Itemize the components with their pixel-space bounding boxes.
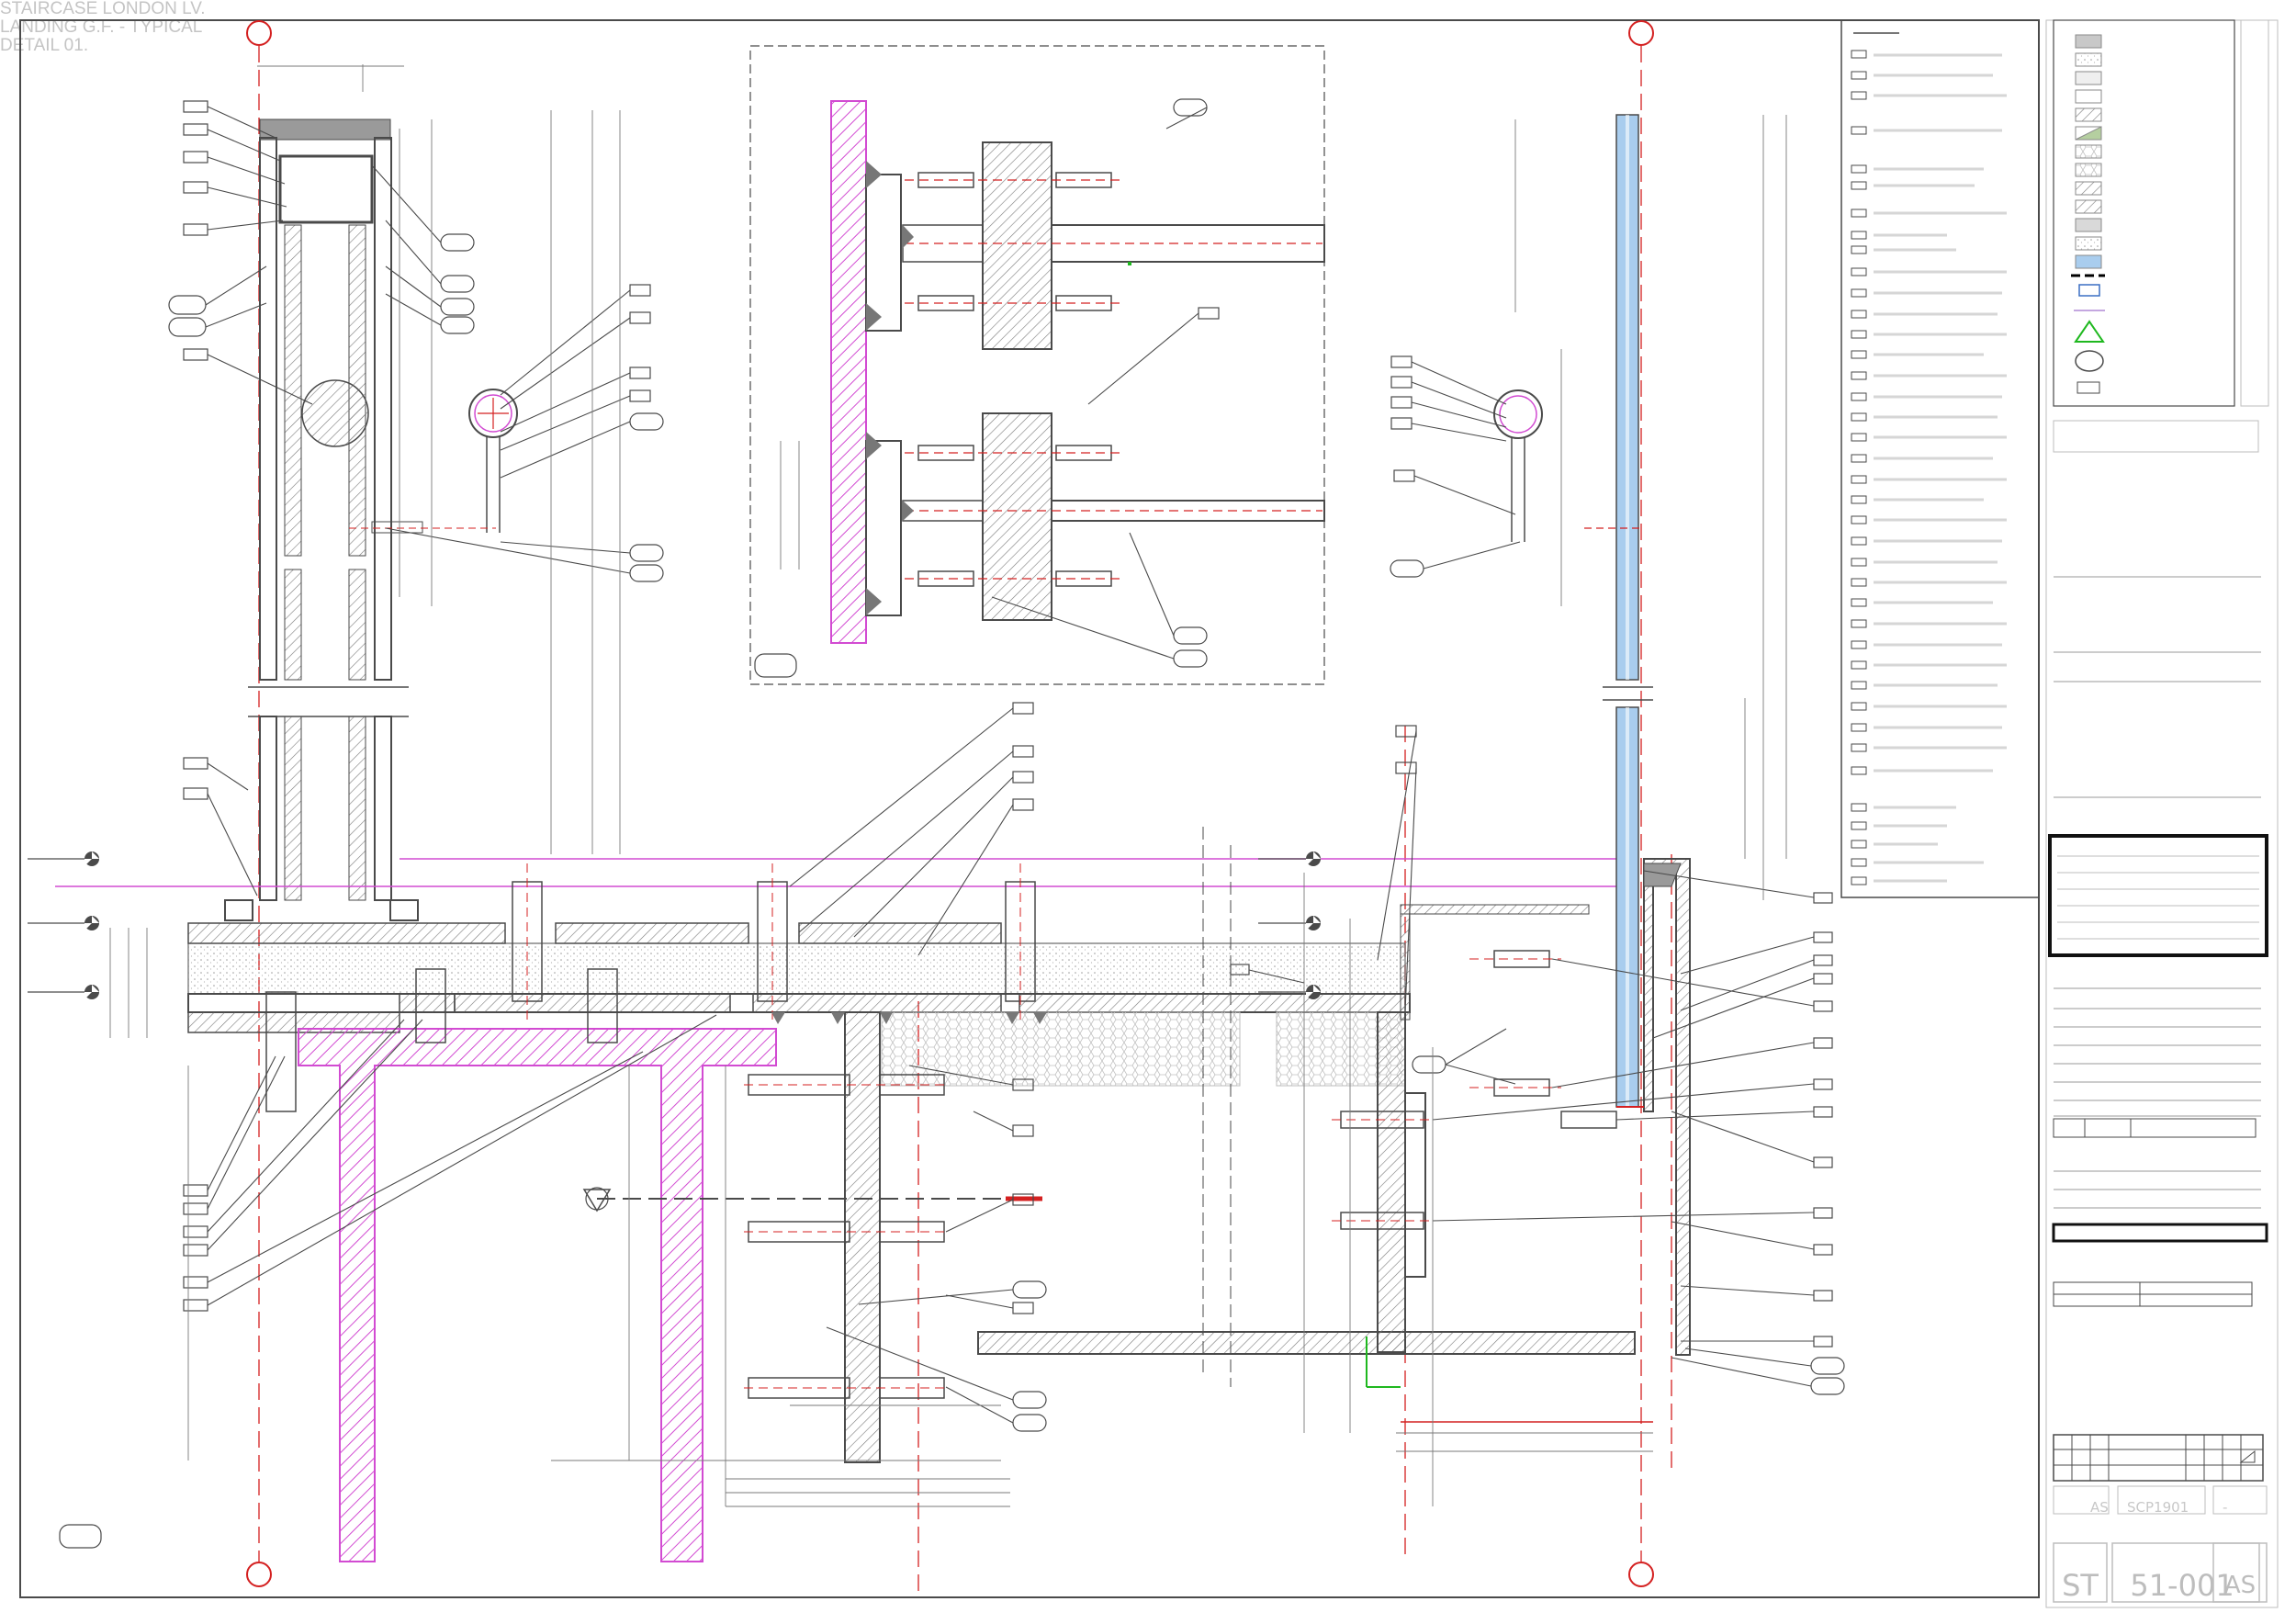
grid-lines	[258, 46, 1672, 1598]
drawing-type-code: ST	[2062, 1568, 2099, 1603]
revision-code: AS	[2223, 1572, 2257, 1599]
right-balustrade-section	[1332, 114, 1691, 1423]
enlarged-bolt-detail	[749, 45, 1325, 685]
callout-labels	[59, 98, 1845, 1549]
material-legend	[2053, 19, 2269, 407]
drawn-by-value: AS	[2090, 1499, 2109, 1516]
notes-panel	[1840, 19, 2040, 898]
drawing-sheet	[19, 19, 2279, 1608]
checked-by-value: -	[2223, 1499, 2228, 1516]
title-block-frames	[2048, 420, 2268, 1603]
project-number-value: SCP1901	[2127, 1499, 2189, 1516]
left-vertical-section	[224, 118, 419, 921]
